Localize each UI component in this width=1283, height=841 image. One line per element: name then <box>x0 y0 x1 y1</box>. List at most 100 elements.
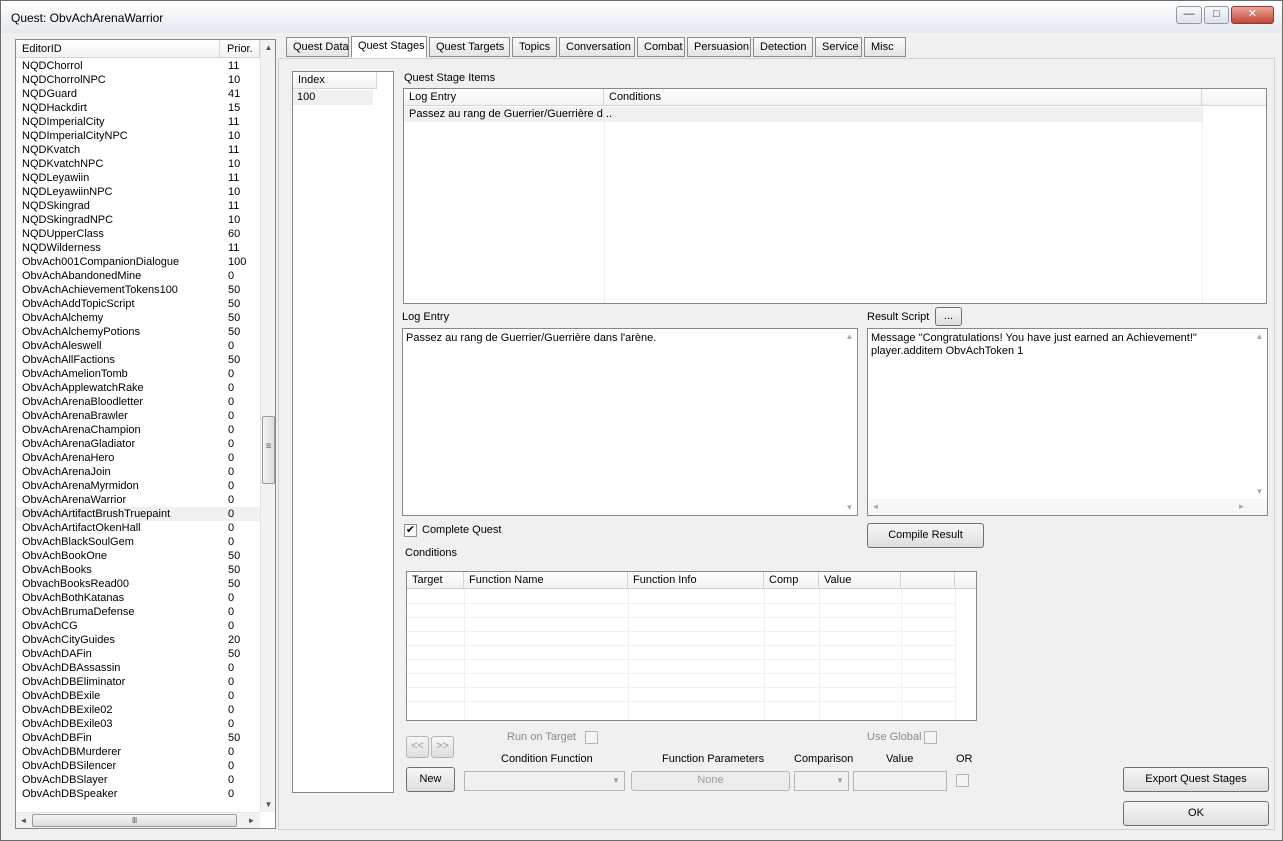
list-item[interactable]: NQDWilderness 11 <box>16 241 260 255</box>
column-editorid[interactable]: EditorID <box>16 40 220 58</box>
list-item[interactable]: ObvAchArenaJoin 0 <box>16 465 260 479</box>
list-item[interactable]: ObvAchArtifactBrushTruepaint 0 <box>16 507 260 521</box>
scroll-right-icon[interactable]: ► <box>244 813 259 828</box>
list-item[interactable]: ObvachBooksRead00 50 <box>16 577 260 591</box>
list-item[interactable]: ObvAchBrumaDefense 0 <box>16 605 260 619</box>
value-input[interactable] <box>853 771 947 791</box>
column-value[interactable]: Value <box>819 572 901 589</box>
list-item[interactable]: ObvAchAddTopicScript 50 <box>16 297 260 311</box>
list-item[interactable]: NQDSkingrad 11 <box>16 199 260 213</box>
result-script-hscroll[interactable]: ◄ ► <box>868 499 1267 515</box>
result-script-browse-button[interactable]: ... <box>935 307 962 326</box>
list-horizontal-scrollbar[interactable]: ◄ Ⅲ ► <box>16 812 260 828</box>
list-item[interactable]: ObvAchAlchemyPotions 50 <box>16 325 260 339</box>
comparison-dropdown[interactable]: ▼ <box>794 771 849 791</box>
list-item[interactable]: ObvAchCG 0 <box>16 619 260 633</box>
list-item[interactable]: ObvAchCityGuides 20 <box>16 633 260 647</box>
new-condition-button[interactable]: New <box>406 767 455 792</box>
list-item[interactable]: ObvAchBlackSoulGem 0 <box>16 535 260 549</box>
list-item[interactable]: ObvAchBookOne 50 <box>16 549 260 563</box>
scroll-right-icon[interactable]: ► <box>1234 499 1249 514</box>
use-global-checkbox[interactable] <box>924 731 937 744</box>
scroll-down-icon[interactable]: ▼ <box>261 797 276 812</box>
list-item[interactable]: ObvAchArenaHero 0 <box>16 451 260 465</box>
tab-detection[interactable]: Detection <box>753 37 813 57</box>
list-item[interactable]: NQDLeyawiinNPC 10 <box>16 185 260 199</box>
stage-index-list[interactable]: Index 100 <box>292 71 394 793</box>
list-item[interactable]: ObvAchArenaBloodletter 0 <box>16 395 260 409</box>
list-item[interactable]: NQDChorrol 11 <box>16 59 260 73</box>
scroll-thumb[interactable]: ≡ <box>262 416 275 484</box>
list-item[interactable]: NQDKvatch 11 <box>16 143 260 157</box>
column-priority[interactable]: Prior. <box>221 40 260 58</box>
compile-result-button[interactable]: Compile Result <box>867 523 984 548</box>
tab-service[interactable]: Service <box>815 37 862 57</box>
list-item[interactable]: ObvAchAchievementTokens100 50 <box>16 283 260 297</box>
conditions-grid[interactable]: Target Function Name Function Info Comp … <box>406 571 977 721</box>
list-item[interactable]: ObvAchBooks 50 <box>16 563 260 577</box>
or-checkbox[interactable] <box>956 774 969 787</box>
tab-combat[interactable]: Combat <box>637 37 685 57</box>
list-item[interactable]: ObvAchArenaChampion 0 <box>16 423 260 437</box>
scroll-up-icon[interactable]: ▲ <box>842 329 857 344</box>
tab-topics[interactable]: Topics <box>512 37 557 57</box>
column-log-entry[interactable]: Log Entry <box>404 89 604 106</box>
run-on-target-checkbox[interactable] <box>585 731 598 744</box>
list-item[interactable]: ObvAchDBExile 0 <box>16 689 260 703</box>
previous-condition-button[interactable]: << <box>406 736 429 758</box>
scroll-left-icon[interactable]: ◄ <box>868 499 883 514</box>
list-item[interactable]: ObvAchAllFactions 50 <box>16 353 260 367</box>
list-item[interactable]: ObvAchArtifactOkenHall 0 <box>16 521 260 535</box>
log-entry-scrollbar[interactable]: ▲ ▼ <box>842 329 857 515</box>
function-parameters-button[interactable]: None <box>631 771 790 791</box>
condition-function-dropdown[interactable]: ▼ <box>464 771 625 791</box>
scroll-down-icon[interactable]: ▼ <box>1252 484 1267 499</box>
tab-conversation[interactable]: Conversation <box>559 37 635 57</box>
scroll-up-icon[interactable]: ▲ <box>1252 329 1267 344</box>
list-item[interactable]: ObvAchDBExile02 0 <box>16 703 260 717</box>
list-item[interactable]: NQDChorrolNPC 10 <box>16 73 260 87</box>
list-item[interactable]: NQDUpperClass 60 <box>16 227 260 241</box>
close-button[interactable]: ✕ <box>1231 6 1274 24</box>
next-condition-button[interactable]: >> <box>431 736 454 758</box>
list-item[interactable]: ObvAchDBFin 50 <box>16 731 260 745</box>
tab-quest-targets[interactable]: Quest Targets <box>429 37 510 57</box>
column-function-name[interactable]: Function Name <box>464 572 628 589</box>
stage-item-row[interactable]: Passez au rang de Guerrier/Guerrière d..… <box>404 107 1202 122</box>
tab-misc[interactable]: Misc <box>864 37 906 57</box>
column-conditions[interactable]: Conditions <box>604 89 1202 106</box>
ok-button[interactable]: OK <box>1123 801 1269 826</box>
maximize-button[interactable]: □ <box>1204 6 1229 24</box>
list-item[interactable]: ObvAchDAFin 50 <box>16 647 260 661</box>
complete-quest-checkbox[interactable]: ✔ <box>404 524 417 537</box>
list-item[interactable]: NQDImperialCity 11 <box>16 115 260 129</box>
list-item[interactable]: NQDLeyawiin 11 <box>16 171 260 185</box>
list-item[interactable]: ObvAchAleswell 0 <box>16 339 260 353</box>
list-item[interactable]: ObvAchDBAssassin 0 <box>16 661 260 675</box>
list-item[interactable]: ObvAchDBEliminator 0 <box>16 675 260 689</box>
tab-quest-stages[interactable]: Quest Stages <box>351 36 427 58</box>
list-item[interactable]: ObvAchDBSpeaker 0 <box>16 787 260 801</box>
column-extra[interactable] <box>901 572 955 589</box>
stage-items-grid[interactable]: Log Entry Conditions Passez au rang de G… <box>403 88 1267 304</box>
list-item[interactable]: ObvAchBothKatanas 0 <box>16 591 260 605</box>
column-index[interactable]: Index <box>293 72 377 89</box>
list-item[interactable]: ObvAchDBExile03 0 <box>16 717 260 731</box>
minimize-button[interactable]: — <box>1176 6 1202 24</box>
scroll-down-icon[interactable]: ▼ <box>842 500 857 515</box>
list-item[interactable]: NQDGuard 41 <box>16 87 260 101</box>
list-item[interactable]: ObvAchAmelionTomb 0 <box>16 367 260 381</box>
list-item[interactable]: NQDKvatchNPC 10 <box>16 157 260 171</box>
list-item[interactable]: ObvAchDBMurderer 0 <box>16 745 260 759</box>
index-row[interactable]: 100 <box>293 90 373 105</box>
list-item[interactable]: NQDHackdirt 15 <box>16 101 260 115</box>
hscroll-thumb[interactable]: Ⅲ <box>32 814 237 827</box>
tab-quest-data[interactable]: Quest Data <box>286 37 349 57</box>
list-item[interactable]: ObvAchAlchemy 50 <box>16 311 260 325</box>
result-script-textarea[interactable]: Message "Congratulations! You have just … <box>867 328 1268 516</box>
list-item[interactable]: ObvAchDBSilencer 0 <box>16 759 260 773</box>
log-entry-textarea[interactable]: Passez au rang de Guerrier/Guerrière dan… <box>402 328 858 516</box>
result-script-vscroll[interactable]: ▲ ▼ <box>1252 329 1267 499</box>
list-item[interactable]: NQDSkingradNPC 10 <box>16 213 260 227</box>
column-target[interactable]: Target <box>407 572 464 589</box>
